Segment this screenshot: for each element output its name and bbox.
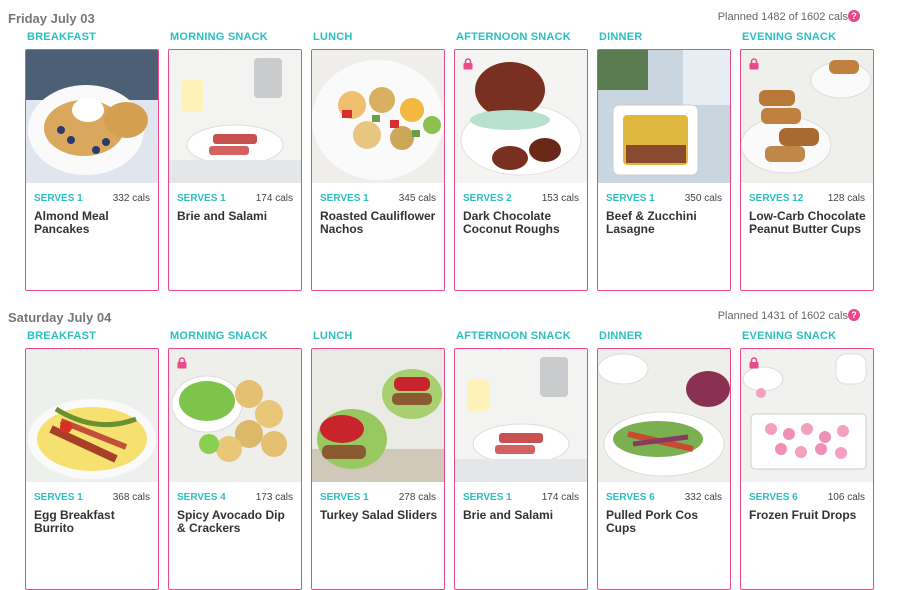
recipe-name[interactable]: Turkey Salad Sliders bbox=[320, 509, 438, 522]
serves-label: SERVES 4 bbox=[177, 492, 226, 503]
recipe-card[interactable]: SERVES 1 278 cals Turkey Salad Sliders bbox=[311, 348, 445, 590]
recipe-image[interactable] bbox=[598, 349, 730, 482]
calories-label: 174 cals bbox=[255, 193, 293, 204]
planned-calories: Planned 1482 of 1602 cals bbox=[717, 11, 848, 23]
meal-type-label: MORNING SNACK bbox=[170, 330, 268, 342]
calories-label: 174 cals bbox=[541, 492, 579, 503]
help-icon[interactable]: ? bbox=[848, 10, 860, 22]
calories-label: 332 cals bbox=[112, 193, 150, 204]
serves-label: SERVES 1 bbox=[177, 193, 226, 204]
day-title: Friday July 03 bbox=[8, 11, 95, 26]
recipe-name[interactable]: Beef & Zucchini Lasagne bbox=[606, 210, 724, 236]
recipe-image[interactable] bbox=[455, 50, 587, 183]
recipe-name[interactable]: Dark Chocolate Coconut Roughs bbox=[463, 210, 581, 236]
calories-label: 106 cals bbox=[827, 492, 865, 503]
recipe-name[interactable]: Spicy Avocado Dip & Crackers bbox=[177, 509, 295, 535]
calories-label: 345 cals bbox=[398, 193, 436, 204]
serves-label: SERVES 6 bbox=[749, 492, 798, 503]
recipe-card[interactable]: SERVES 1 174 cals Brie and Salami bbox=[168, 49, 302, 291]
recipe-image[interactable] bbox=[26, 50, 158, 183]
serves-label: SERVES 2 bbox=[463, 193, 512, 204]
recipe-image[interactable] bbox=[598, 50, 730, 183]
calories-label: 332 cals bbox=[684, 492, 722, 503]
serves-label: SERVES 1 bbox=[606, 193, 655, 204]
recipe-name[interactable]: Brie and Salami bbox=[177, 210, 295, 223]
recipe-card[interactable]: SERVES 12 128 cals Low-Carb Chocolate Pe… bbox=[740, 49, 874, 291]
recipe-image[interactable] bbox=[169, 50, 301, 183]
recipe-name[interactable]: Pulled Pork Cos Cups bbox=[606, 509, 724, 535]
day-title: Saturday July 04 bbox=[8, 310, 112, 325]
recipe-card[interactable]: SERVES 2 153 cals Dark Chocolate Coconut… bbox=[454, 49, 588, 291]
recipe-card[interactable]: SERVES 6 106 cals Frozen Fruit Drops bbox=[740, 348, 874, 590]
serves-label: SERVES 1 bbox=[320, 193, 369, 204]
recipe-image[interactable] bbox=[741, 349, 873, 482]
meal-type-label: EVENING SNACK bbox=[742, 31, 837, 43]
lock-icon bbox=[749, 356, 759, 369]
recipe-card[interactable]: SERVES 1 350 cals Beef & Zucchini Lasagn… bbox=[597, 49, 731, 291]
calories-label: 128 cals bbox=[827, 193, 865, 204]
meal-type-label: DINNER bbox=[599, 330, 643, 342]
meal-type-label: AFTERNOON SNACK bbox=[456, 330, 571, 342]
recipe-name[interactable]: Brie and Salami bbox=[463, 509, 581, 522]
serves-label: SERVES 6 bbox=[606, 492, 655, 503]
recipe-card[interactable]: SERVES 1 345 cals Roasted Cauliflower Na… bbox=[311, 49, 445, 291]
meal-type-label: LUNCH bbox=[313, 330, 353, 342]
recipe-name[interactable]: Low-Carb Chocolate Peanut Butter Cups bbox=[749, 210, 867, 236]
recipe-name[interactable]: Frozen Fruit Drops bbox=[749, 509, 867, 522]
recipe-card[interactable]: SERVES 1 332 cals Almond Meal Pancakes bbox=[25, 49, 159, 291]
lock-icon bbox=[749, 57, 759, 70]
recipe-name[interactable]: Almond Meal Pancakes bbox=[34, 210, 152, 236]
meal-type-label: BREAKFAST bbox=[27, 31, 97, 43]
calories-label: 173 cals bbox=[255, 492, 293, 503]
recipe-image[interactable] bbox=[312, 349, 444, 482]
meal-type-label: DINNER bbox=[599, 31, 643, 43]
meal-type-label: BREAKFAST bbox=[27, 330, 97, 342]
serves-label: SERVES 1 bbox=[463, 492, 512, 503]
serves-label: SERVES 1 bbox=[34, 492, 83, 503]
serves-label: SERVES 1 bbox=[320, 492, 369, 503]
recipe-card[interactable]: SERVES 6 332 cals Pulled Pork Cos Cups bbox=[597, 348, 731, 590]
recipe-card[interactable]: SERVES 4 173 cals Spicy Avocado Dip & Cr… bbox=[168, 348, 302, 590]
recipe-card[interactable]: SERVES 1 368 cals Egg Breakfast Burrito bbox=[25, 348, 159, 590]
calories-label: 278 cals bbox=[398, 492, 436, 503]
recipe-image[interactable] bbox=[455, 349, 587, 482]
meal-type-label: MORNING SNACK bbox=[170, 31, 268, 43]
help-icon[interactable]: ? bbox=[848, 309, 860, 321]
recipe-name[interactable]: Roasted Cauliflower Nachos bbox=[320, 210, 438, 236]
calories-label: 153 cals bbox=[541, 193, 579, 204]
meal-type-label: EVENING SNACK bbox=[742, 330, 837, 342]
serves-label: SERVES 1 bbox=[34, 193, 83, 204]
lock-icon bbox=[463, 57, 473, 70]
planned-calories: Planned 1431 of 1602 cals bbox=[717, 310, 848, 322]
meal-type-label: AFTERNOON SNACK bbox=[456, 31, 571, 43]
calories-label: 368 cals bbox=[112, 492, 150, 503]
recipe-image[interactable] bbox=[169, 349, 301, 482]
recipe-name[interactable]: Egg Breakfast Burrito bbox=[34, 509, 152, 535]
recipe-image[interactable] bbox=[312, 50, 444, 183]
recipe-image[interactable] bbox=[26, 349, 158, 482]
meal-type-label: LUNCH bbox=[313, 31, 353, 43]
recipe-card[interactable]: SERVES 1 174 cals Brie and Salami bbox=[454, 348, 588, 590]
calories-label: 350 cals bbox=[684, 193, 722, 204]
serves-label: SERVES 12 bbox=[749, 193, 804, 204]
recipe-image[interactable] bbox=[741, 50, 873, 183]
lock-icon bbox=[177, 356, 187, 369]
